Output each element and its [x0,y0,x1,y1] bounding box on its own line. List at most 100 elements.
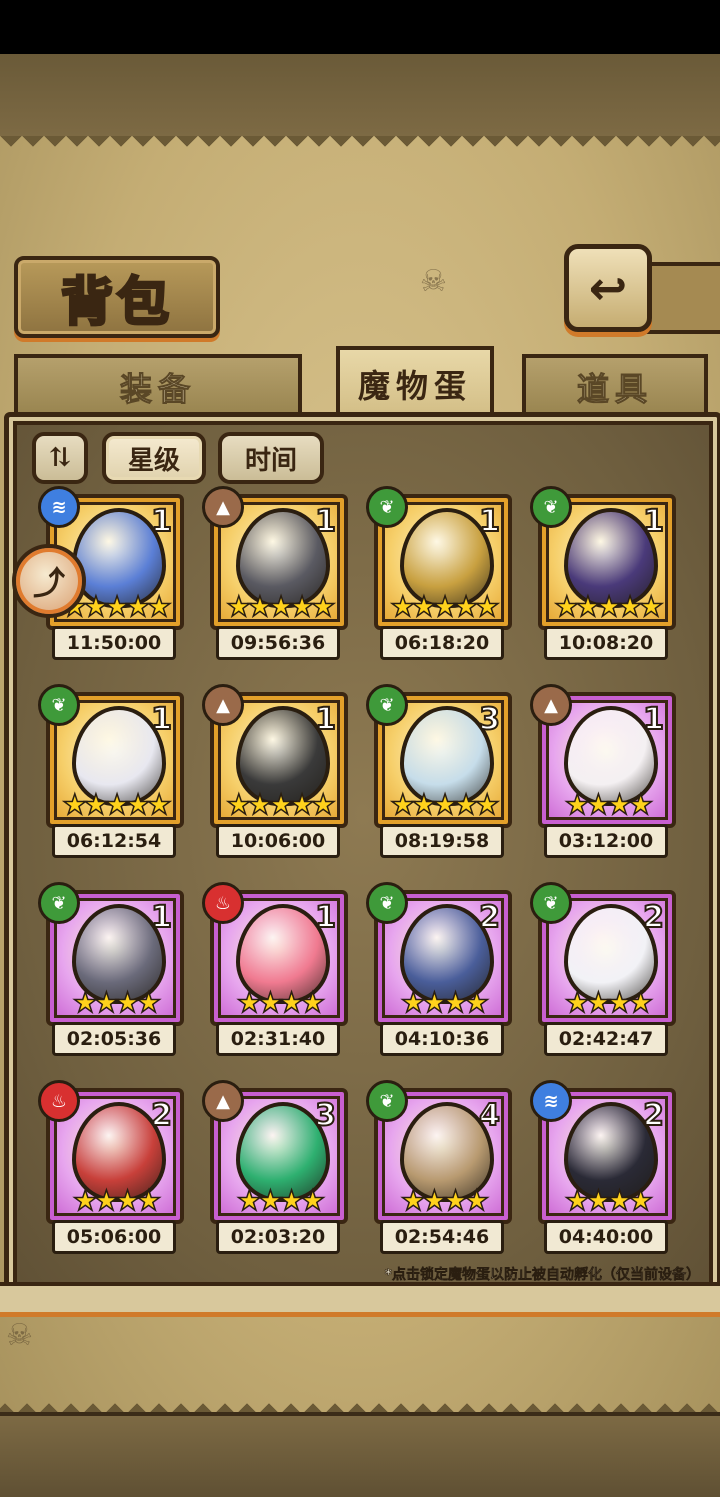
water-element-icon: ≋ [38,486,80,528]
egg-count: 2 [642,899,665,936]
panel-bottom-bar [0,1282,720,1317]
egg-count: 1 [314,503,337,540]
star-rating: ★★★★★ [389,590,500,623]
tab-label: 装备 [119,370,196,409]
tab-monster-eggs[interactable]: 魔物蛋 [336,346,494,418]
earth-element-icon: ▲ [202,486,244,528]
egg-count: 1 [314,899,337,936]
egg-slot[interactable]: 1 ★★★★★ ▲ 09:56:36 [202,486,348,670]
hatch-timer: 10:06:00 [216,824,340,858]
egg-slot[interactable]: 1 ★★★★★ ❦ 10:08:20 [530,486,676,670]
egg-slot[interactable]: 2 ★★★★ ❦ 02:42:47 [530,882,676,1066]
tab-bar: 装备 魔物蛋 道具 [14,346,720,418]
hatch-timer: 02:05:36 [52,1022,176,1056]
tab-label: 道具 [576,370,653,409]
egg-slot[interactable]: 1 ★★★★★ ❦ 06:18:20 [366,486,512,670]
hatch-timer: 02:54:46 [380,1220,504,1254]
hatch-timer: 08:19:58 [380,824,504,858]
star-rating: ★★★★ [72,1184,162,1217]
star-rating: ★★★★★ [389,788,500,821]
nature-element-icon: ❦ [38,684,80,726]
hatch-timer: 06:12:54 [52,824,176,858]
star-rating: ★★★★ [236,986,326,1019]
egg-count: 1 [150,701,173,738]
egg-count: 1 [150,899,173,936]
earth-element-icon: ▲ [202,684,244,726]
star-rating: ★★★★ [400,986,490,1019]
star-rating: ★★★★ [564,986,654,1019]
tab-equipment[interactable]: 装备 [14,354,302,416]
hatch-timer: 11:50:00 [52,626,176,660]
fire-element-icon: ♨ [202,882,244,924]
earth-element-icon: ▲ [202,1080,244,1122]
page-title-plate: 背包 [14,256,220,338]
share-float-button[interactable]: ⤴ [12,544,86,618]
egg-slot[interactable]: 3 ★★★★ ▲ 02:03:20 [202,1080,348,1264]
egg-slot[interactable]: 1 ★★★★ ❦ 02:05:36 [38,882,184,1066]
nature-element-icon: ❦ [366,1080,408,1122]
return-icon: ↩ [588,261,628,315]
sort-toggle-icon: ⇅ [49,443,71,473]
star-rating: ★★★★ [564,788,654,821]
egg-count: 1 [478,503,501,540]
egg-slot[interactable]: 2 ★★★★ ≋ 04:40:00 [530,1080,676,1264]
hatch-timer: 04:10:36 [380,1022,504,1056]
earth-element-icon: ▲ [530,684,572,726]
egg-slot[interactable]: 1 ★★★★★ ❦ 06:12:54 [38,684,184,868]
egg-slot[interactable]: 4 ★★★★ ❦ 02:54:46 [366,1080,512,1264]
zigzag-border-top [0,136,720,158]
star-rating: ★★★★ [400,1184,490,1217]
egg-count: 2 [150,1097,173,1134]
star-rating: ★★★★★ [225,590,336,623]
nature-element-icon: ❦ [530,486,572,528]
share-icon: ⤴ [32,564,65,602]
egg-slot[interactable]: 1 ★★★★★ ▲ 10:06:00 [202,684,348,868]
sort-star-label: 星级 [127,445,180,476]
nature-element-icon: ❦ [38,882,80,924]
skull-icon: ☠ [420,264,447,299]
water-element-icon: ≋ [530,1080,572,1122]
status-bar [0,0,720,54]
sort-by-star-button[interactable]: 星级 [102,432,206,484]
sort-order-toggle[interactable]: ⇅ [32,432,88,484]
hatch-timer: 02:31:40 [216,1022,340,1056]
star-rating: ★★★★ [236,1184,326,1217]
nature-element-icon: ❦ [366,486,408,528]
egg-slot[interactable]: 1 ★★★★ ▲ 03:12:00 [530,684,676,868]
nature-element-icon: ❦ [530,882,572,924]
fire-element-icon: ♨ [38,1080,80,1122]
tab-items[interactable]: 道具 [522,354,708,416]
hatch-timer: 04:40:00 [544,1220,668,1254]
egg-count: 1 [314,701,337,738]
zigzag-border-bottom [0,1392,720,1414]
map-bottom-strip [0,1412,720,1497]
star-rating: ★★★★ [72,986,162,1019]
back-ribbon [640,262,720,334]
egg-slot[interactable]: 2 ★★★★ ❦ 04:10:36 [366,882,512,1066]
egg-count: 2 [642,1097,665,1134]
egg-count: 1 [150,503,173,540]
egg-slot[interactable]: 2 ★★★★ ♨ 05:06:00 [38,1080,184,1264]
hatch-timer: 02:03:20 [216,1220,340,1254]
sort-time-label: 时间 [244,445,297,476]
star-rating: ★★★★★ [61,788,172,821]
sort-by-time-button[interactable]: 时间 [218,432,324,484]
egg-count: 3 [478,701,501,738]
hatch-timer: 10:08:20 [544,626,668,660]
egg-count: 1 [642,701,665,738]
star-rating: ★★★★★ [553,590,664,623]
page-title: 背包 [59,270,173,334]
star-rating: ★★★★ [564,1184,654,1217]
hatch-timer: 03:12:00 [544,824,668,858]
egg-slot[interactable]: 1 ★★★★ ♨ 02:31:40 [202,882,348,1066]
egg-count: 1 [642,503,665,540]
tab-label: 魔物蛋 [357,367,472,405]
egg-slot[interactable]: 3 ★★★★★ ❦ 08:19:58 [366,684,512,868]
hatch-timer: 09:56:36 [216,626,340,660]
back-button[interactable]: ↩ [564,244,652,332]
map-top-strip [0,54,720,140]
hatch-timer: 06:18:20 [380,626,504,660]
star-rating: ★★★★★ [225,788,336,821]
nature-element-icon: ❦ [366,684,408,726]
egg-count: 4 [478,1097,501,1134]
